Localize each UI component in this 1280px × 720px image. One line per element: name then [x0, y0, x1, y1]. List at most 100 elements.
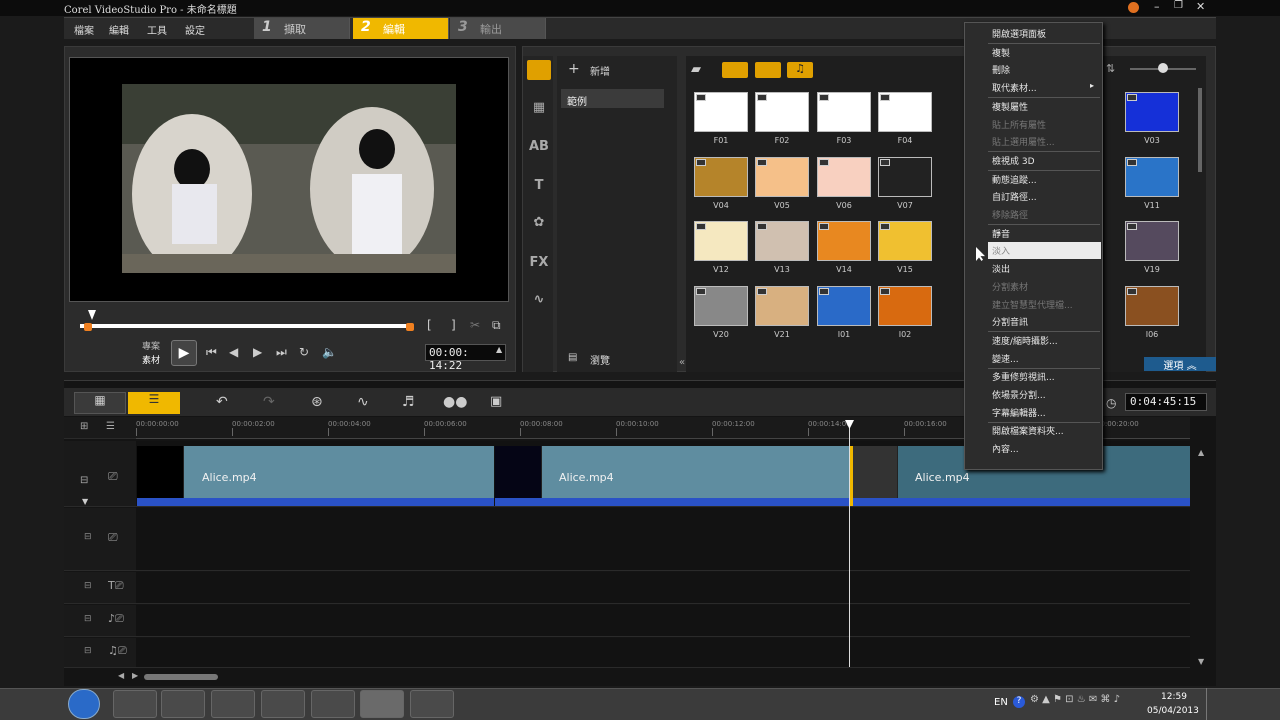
timecode-display[interactable]: 00:00: 14:22	[425, 344, 506, 372]
menu-settings[interactable]: 設定	[185, 22, 205, 37]
context-menu-item[interactable]: 淡入	[988, 242, 1101, 260]
context-menu-item[interactable]: 速度/縮時攝影...	[992, 332, 1100, 349]
context-menu-item[interactable]: 自訂路徑...	[992, 188, 1100, 205]
browse-icon[interactable]: ▤	[568, 352, 577, 363]
library-thumbnail[interactable]	[755, 92, 809, 132]
clock-time[interactable]: 12:59	[1161, 692, 1187, 702]
media-library-icon[interactable]	[527, 60, 551, 80]
overlay-track[interactable]	[136, 508, 1190, 571]
context-menu-item[interactable]: 分割素材	[992, 278, 1100, 295]
record-capture-icon[interactable]: ⊛	[311, 394, 323, 410]
motion-tracking-icon[interactable]: ●●	[443, 394, 467, 410]
context-menu-item[interactable]: 貼上所有屬性	[992, 116, 1100, 133]
library-thumbnail[interactable]	[878, 92, 932, 132]
track-visibility-icon[interactable]: ⊟	[84, 646, 92, 656]
context-menu-item[interactable]: 開啟選項面板	[992, 25, 1100, 42]
storyboard-view-button[interactable]: ▦	[74, 392, 126, 414]
sort-icon[interactable]: ⇅	[1106, 62, 1115, 75]
library-thumbnail[interactable]	[694, 92, 748, 132]
options-button[interactable]: 選項 ︽	[1144, 357, 1216, 372]
end-icon[interactable]: ⏭	[276, 345, 287, 360]
music-track[interactable]	[136, 638, 1190, 668]
close-button[interactable]: ✕	[1196, 0, 1205, 13]
library-thumbnail[interactable]	[694, 286, 748, 326]
taskbar-videostudio-icon[interactable]	[360, 690, 404, 718]
library-thumbnail[interactable]	[1125, 157, 1179, 197]
chapter-icon[interactable]: ☰	[106, 421, 115, 432]
browse-button[interactable]: 瀏覽	[590, 352, 610, 367]
library-thumbnail[interactable]	[694, 157, 748, 197]
context-menu-item[interactable]: 建立智慧型代理檔...	[992, 296, 1100, 313]
taskbar-media-icon[interactable]	[161, 690, 205, 718]
scroll-left-icon[interactable]: ◀	[118, 671, 124, 680]
taskbar-skype-icon[interactable]	[261, 690, 305, 718]
timeline-hscrollbar[interactable]	[144, 674, 218, 680]
library-thumbnail[interactable]	[817, 157, 871, 197]
taskbar-chrome-icon[interactable]	[211, 690, 255, 718]
show-audio-icon[interactable]: ♫	[787, 62, 813, 78]
filter-fx-icon[interactable]: FX	[529, 255, 549, 273]
add-folder-button[interactable]: 新增	[590, 63, 610, 78]
mode-project[interactable]: 專案	[142, 339, 160, 352]
title-ab-icon[interactable]: AB	[529, 139, 549, 157]
context-menu-item[interactable]: 內容...	[992, 440, 1100, 457]
show-video-icon[interactable]	[722, 62, 748, 78]
prev-frame-icon[interactable]: ◀	[229, 345, 238, 359]
voice-track[interactable]	[136, 605, 1190, 637]
restore-button[interactable]: ❐	[1174, 0, 1183, 11]
folder-icon[interactable]: ▰	[691, 62, 701, 77]
context-menu-item[interactable]: 開啟檔案資料夾...	[992, 422, 1100, 439]
track-visibility-icon[interactable]: ⊟	[84, 532, 92, 542]
scroll-right-icon[interactable]: ▶	[132, 671, 138, 680]
library-thumbnail[interactable]	[817, 286, 871, 326]
mark-in-button[interactable]: [	[427, 318, 432, 332]
step-share[interactable]: 3 輸出	[450, 18, 546, 39]
expand-icon[interactable]: ▼	[82, 497, 88, 506]
menu-tools[interactable]: 工具	[147, 22, 167, 37]
enlarge-icon[interactable]: ⧉	[492, 318, 501, 333]
library-thumbnail[interactable]	[878, 157, 932, 197]
scroll-down-icon[interactable]: ▼	[1198, 657, 1204, 666]
timeline-view-button[interactable]: ☰	[128, 392, 180, 414]
subtitle-editor-icon[interactable]: ▣	[490, 394, 502, 409]
context-menu-item[interactable]: 複製	[992, 44, 1100, 61]
volume-icon[interactable]: 🔈	[322, 345, 337, 359]
graphic-icon[interactable]: ✿	[529, 215, 549, 233]
help-icon[interactable]	[1128, 2, 1139, 13]
library-thumbnail[interactable]	[694, 221, 748, 261]
context-menu-item[interactable]: 動態追蹤...	[992, 171, 1100, 188]
home-icon[interactable]: ⏮	[206, 345, 217, 360]
thumb-size-knob[interactable]	[1158, 63, 1168, 73]
undo-icon[interactable]: ↶	[216, 394, 228, 410]
library-scrollbar[interactable]	[1198, 88, 1202, 172]
context-menu-item[interactable]: 複製屬性	[992, 98, 1100, 115]
taskbar-explorer-icon[interactable]	[113, 690, 157, 718]
mode-clip[interactable]: 素材	[142, 353, 160, 366]
add-icon[interactable]: +	[568, 61, 580, 77]
track-manager-icon[interactable]: ⊞	[80, 421, 88, 432]
context-menu-item[interactable]: 移除路徑	[992, 206, 1100, 223]
taskbar-screen-recorder-icon[interactable]	[410, 690, 454, 718]
context-menu-item[interactable]: 多重修剪視訊...	[992, 368, 1100, 385]
context-menu-item[interactable]: 字幕編輯器...	[992, 404, 1100, 421]
track-visibility-icon[interactable]: ⊟	[80, 475, 88, 486]
video-clip[interactable]: Alice.mp4	[183, 446, 494, 498]
track-visibility-icon[interactable]: ⊟	[84, 581, 92, 591]
scrub-bar[interactable]	[80, 324, 412, 328]
text-icon[interactable]: T	[529, 178, 549, 196]
library-thumbnail[interactable]	[878, 286, 932, 326]
step-edit[interactable]: 2 編輯	[353, 18, 449, 39]
trim-end-handle[interactable]	[406, 323, 414, 331]
context-menu-item[interactable]: 分割音訊	[992, 313, 1100, 330]
input-language[interactable]: EN	[994, 697, 1008, 708]
timecode-spin-icon[interactable]: ▲	[496, 345, 502, 354]
context-menu-item[interactable]: 依場景分割...	[992, 386, 1100, 403]
library-thumbnail[interactable]	[1125, 221, 1179, 261]
context-menu-item[interactable]: 靜音	[992, 225, 1100, 242]
library-thumbnail[interactable]	[817, 92, 871, 132]
cut-icon[interactable]: ✂	[470, 318, 480, 332]
title-track[interactable]	[136, 572, 1190, 604]
context-menu-item[interactable]: 刪除	[992, 61, 1100, 78]
folder-sample[interactable]: 範例	[561, 89, 664, 108]
play-button[interactable]: ▶	[171, 340, 197, 366]
